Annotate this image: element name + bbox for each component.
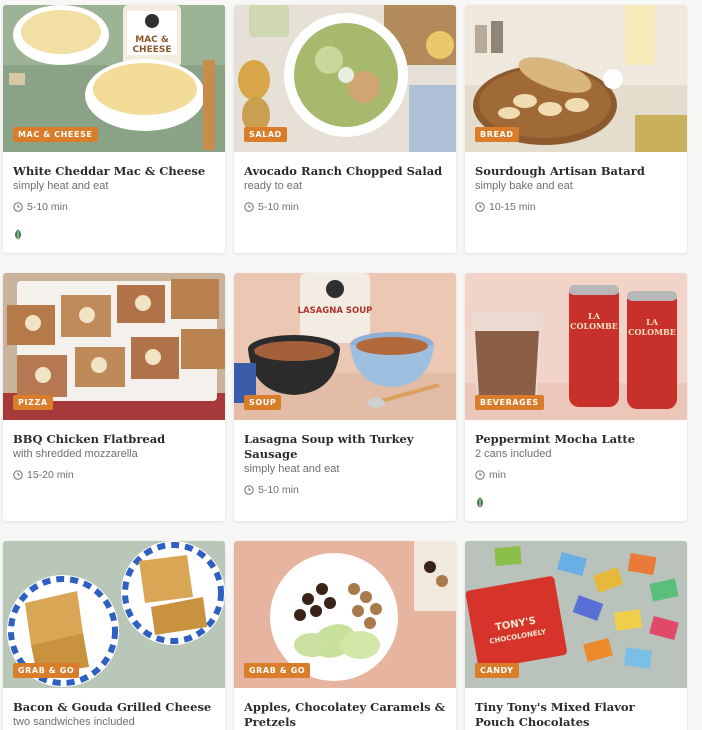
category-badge: GRAB & GO — [13, 663, 80, 678]
product-subtitle: with shredded mozzarella — [13, 448, 138, 460]
product-subtitle: 2 cans included — [475, 448, 552, 460]
product-title[interactable]: Bacon & Gouda Grilled Cheese — [13, 700, 215, 715]
clock-icon — [475, 470, 485, 480]
clock-icon — [244, 485, 254, 495]
product-card-apples-caramels[interactable]: GRAB & GO Apples, Chocolatey Caramels & … — [234, 541, 456, 730]
prep-time-label: 5-10 min — [258, 201, 299, 213]
category-badge: SOUP — [244, 395, 282, 410]
prep-time: 5-10 min — [244, 484, 446, 496]
product-subtitle: simply bake and eat — [475, 180, 573, 192]
clock-icon — [13, 470, 23, 480]
product-title[interactable]: Sourdough Artisan Batard — [475, 164, 677, 179]
category-badge: GRAB & GO — [244, 663, 311, 678]
prep-time: 5-10 min — [13, 201, 215, 213]
package-label-line1: MAC & — [135, 35, 169, 45]
prep-time: 5-10 min — [244, 201, 446, 213]
product-title[interactable]: White Cheddar Mac & Cheese — [13, 164, 215, 179]
product-grid: MAC & CHEESE MAC & CHEESE White Cheddar … — [3, 5, 687, 730]
prep-time: min — [475, 469, 677, 481]
prep-time-label: 5-10 min — [27, 201, 68, 213]
prep-time: 15-20 min — [13, 469, 215, 481]
product-card-mac-cheese[interactable]: MAC & CHEESE MAC & CHEESE White Cheddar … — [3, 5, 225, 253]
product-image[interactable]: SALAD — [234, 5, 456, 152]
product-card-grilled-cheese[interactable]: GRAB & GO Bacon & Gouda Grilled Cheese t… — [3, 541, 225, 730]
product-image[interactable]: TONY'S CHOCOLONELY CANDY — [465, 541, 687, 688]
product-title[interactable]: Tiny Tony's Mixed Flavor Pouch Chocolate… — [475, 700, 677, 730]
svg-text:COLOMBE: COLOMBE — [628, 327, 676, 337]
prep-time: 10-15 min — [475, 201, 677, 213]
product-subtitle: ready to eat — [244, 180, 303, 192]
leaf-icon — [15, 229, 21, 240]
product-subtitle: simply heat and eat — [244, 463, 340, 475]
product-card-tonys[interactable]: TONY'S CHOCOLONELY CANDY Tiny Tony's Mix… — [465, 541, 687, 730]
clock-icon — [13, 202, 23, 212]
leaf-icon — [477, 497, 483, 508]
product-title[interactable]: Apples, Chocolatey Caramels & Pretzels — [244, 700, 446, 730]
product-title[interactable]: Lasagna Soup with Turkey Sausage — [244, 432, 446, 462]
clock-icon — [244, 202, 254, 212]
package-label-line2: CHEESE — [132, 45, 171, 55]
category-badge: PIZZA — [13, 395, 53, 410]
product-card-latte[interactable]: LA COLOMBE LA COLOMBE BEVERAGES Peppermi… — [465, 273, 687, 521]
clock-icon — [475, 202, 485, 212]
category-badge: CANDY — [475, 663, 519, 678]
category-badge: BEVERAGES — [475, 395, 544, 410]
category-badge: MAC & CHEESE — [13, 127, 98, 142]
product-image[interactable]: LASAGNA SOUP SOUP — [234, 273, 456, 420]
category-badge: BREAD — [475, 127, 519, 142]
category-badge: SALAD — [244, 127, 287, 142]
product-image[interactable]: PIZZA — [3, 273, 225, 420]
svg-text:COLOMBE: COLOMBE — [570, 321, 618, 331]
prep-time-label: 15-20 min — [27, 469, 74, 481]
product-card-soup[interactable]: LASAGNA SOUP SOUP Lasagna Soup with Turk… — [234, 273, 456, 521]
product-image[interactable]: GRAB & GO — [3, 541, 225, 688]
product-image[interactable]: MAC & CHEESE MAC & CHEESE — [3, 5, 225, 152]
product-subtitle: two sandwiches included — [13, 716, 135, 728]
product-title[interactable]: Avocado Ranch Chopped Salad — [244, 164, 446, 179]
svg-text:LA: LA — [646, 317, 659, 327]
product-card-bread[interactable]: BREAD Sourdough Artisan Batard simply ba… — [465, 5, 687, 253]
prep-time-label: min — [489, 469, 506, 481]
prep-time-label: 10-15 min — [489, 201, 536, 213]
product-subtitle: simply heat and eat — [13, 180, 109, 192]
product-card-salad[interactable]: SALAD Avocado Ranch Chopped Salad ready … — [234, 5, 456, 253]
product-image[interactable]: BREAD — [465, 5, 687, 152]
prep-time-label: 5-10 min — [258, 484, 299, 496]
product-card-pizza[interactable]: PIZZA BBQ Chicken Flatbread with shredde… — [3, 273, 225, 521]
package-label: LASAGNA SOUP — [298, 306, 373, 316]
product-title[interactable]: Peppermint Mocha Latte — [475, 432, 677, 447]
product-image[interactable]: GRAB & GO — [234, 541, 456, 688]
product-image[interactable]: LA COLOMBE LA COLOMBE BEVERAGES — [465, 273, 687, 420]
product-title[interactable]: BBQ Chicken Flatbread — [13, 432, 215, 447]
can-label: LA — [588, 311, 601, 321]
